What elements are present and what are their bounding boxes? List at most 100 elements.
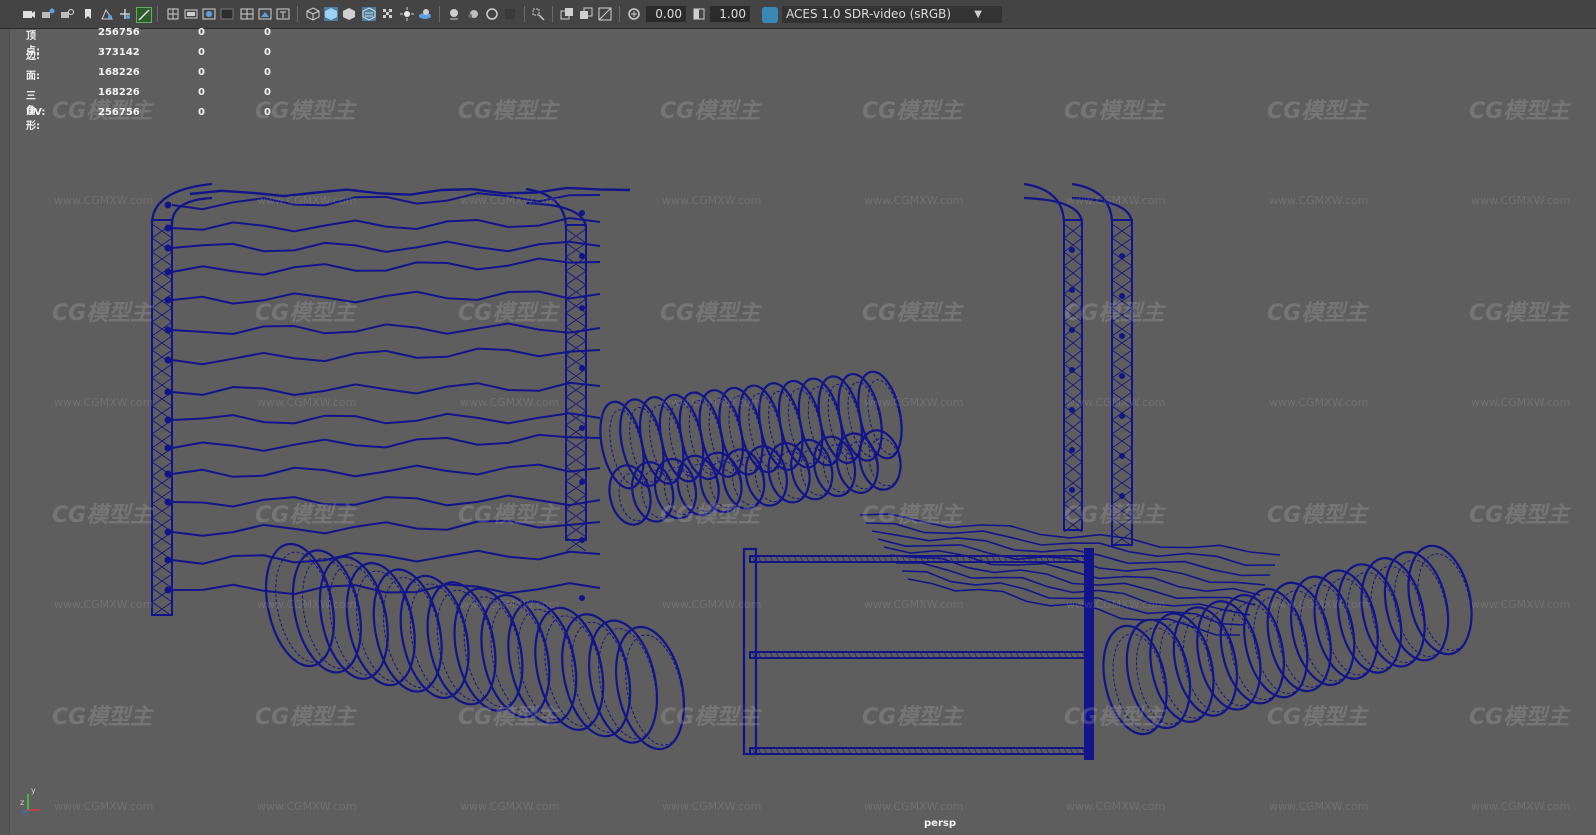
- coil-right-loop: [1360, 557, 1426, 668]
- wireframe-on-shaded-icon[interactable]: [342, 7, 356, 21]
- hud-value: 0: [198, 87, 205, 98]
- axis-y-label: y: [31, 786, 36, 795]
- scene-wireframe[interactable]: [0, 29, 1596, 835]
- hud-value: 0: [264, 27, 271, 38]
- hud-value: 168226: [98, 67, 140, 78]
- fence-post-middle-lattice: [565, 508, 587, 524]
- fence-post-left-arch: [150, 182, 213, 225]
- color-space-dropdown[interactable]: ACES 1.0 SDR-video (sRGB) ▼: [782, 6, 1002, 23]
- fence-post-right-a-lattice: [1063, 461, 1083, 477]
- coil-right-loop: [1149, 612, 1215, 723]
- wire-insulator: [1069, 367, 1075, 373]
- textured-icon[interactable]: [362, 7, 376, 21]
- coil-right-loop: [1266, 581, 1332, 693]
- fence-post-left-lattice: [151, 475, 173, 491]
- camera-attrs-icon[interactable]: [41, 7, 55, 21]
- safe-action-icon[interactable]: [258, 7, 272, 21]
- depth-of-field-icon[interactable]: [503, 7, 517, 21]
- image-plane-icon[interactable]: [100, 7, 114, 21]
- hud-value: 0: [264, 67, 271, 78]
- coil-right-loop: [1243, 587, 1309, 699]
- fence-post-right-b-lattice: [1111, 419, 1133, 435]
- wire-insulator: [579, 537, 585, 543]
- barbed-wire-strand: [171, 494, 601, 508]
- fence-post-right-b-lattice: [1111, 377, 1133, 393]
- motion-blur-icon[interactable]: [466, 7, 480, 21]
- exposure-field[interactable]: 0.00: [646, 6, 686, 22]
- smooth-shade-icon[interactable]: [324, 7, 338, 21]
- wire-insulator: [1119, 413, 1125, 419]
- film-gate-icon[interactable]: [184, 7, 198, 21]
- isolate-select-icon[interactable]: [531, 7, 545, 21]
- fence-post-right-a-arch: [1023, 182, 1084, 225]
- coil-right-loop: [1407, 544, 1473, 656]
- grid-toggle-icon[interactable]: [136, 7, 152, 23]
- safe-title-icon[interactable]: [276, 7, 290, 21]
- gamma-field[interactable]: 1.00: [710, 6, 750, 22]
- fence-post-left-lattice: [151, 279, 173, 295]
- fence-post-right-b-lattice: [1111, 279, 1133, 295]
- wire-insulator: [164, 470, 172, 478]
- fence-post-right-b-lattice: [1111, 391, 1133, 407]
- gate-bar-top: [749, 555, 1091, 563]
- image-plane-icon[interactable]: [118, 7, 132, 21]
- gate-mask-icon[interactable]: [220, 7, 234, 21]
- barbed-wire-strand: [171, 216, 601, 233]
- gamma-icon[interactable]: [692, 7, 706, 21]
- fence-post-right-b-lattice: [1111, 461, 1133, 477]
- coil-right-loop: [1313, 569, 1379, 680]
- wire-insulator: [1119, 373, 1125, 379]
- hud-value: 0: [264, 107, 271, 118]
- fence-post-middle-lattice: [565, 340, 587, 356]
- fence-post-right-a-lattice: [1063, 377, 1083, 393]
- toolbar-separator: [619, 6, 620, 22]
- wire-insulator: [1069, 447, 1075, 453]
- fence-post-right-b-lattice: [1111, 433, 1133, 449]
- ambient-occlusion-icon[interactable]: [447, 7, 461, 21]
- fence-post-right-a-lattice: [1063, 391, 1083, 407]
- anti-aliasing-icon[interactable]: [485, 7, 499, 21]
- persp-viewport[interactable]: [0, 29, 1596, 835]
- wire-insulator: [164, 296, 172, 304]
- hud-label: 面:: [26, 71, 40, 82]
- wire-insulator: [164, 528, 172, 536]
- hud-value: 0: [198, 27, 205, 38]
- bookmark-icon[interactable]: [81, 7, 95, 21]
- xray-icon[interactable]: [560, 7, 574, 21]
- wire-insulator: [164, 201, 172, 209]
- wire-insulator: [164, 356, 172, 364]
- color-space-label: ACES 1.0 SDR-video (sRGB): [786, 7, 952, 21]
- camera-name-label: persp: [924, 818, 956, 829]
- camera-attrs-icon[interactable]: [60, 7, 74, 21]
- fence-post-left-lattice: [151, 251, 173, 267]
- fence-post-left-lattice: [151, 363, 173, 379]
- fence-post-left-lattice: [151, 335, 173, 351]
- wire-insulator: [579, 305, 585, 311]
- wire-insulator: [164, 498, 172, 506]
- wireframe-icon[interactable]: [306, 7, 320, 21]
- color-management-icon[interactable]: [762, 7, 778, 23]
- hud-value: 168226: [98, 87, 140, 98]
- resolution-gate-icon[interactable]: [202, 7, 216, 21]
- fence-post-middle-lattice: [565, 326, 587, 342]
- wire-insulator: [164, 586, 172, 594]
- hud-value: 0: [198, 107, 205, 118]
- exposure-icon[interactable]: [627, 7, 641, 21]
- toolbar-separator: [524, 6, 525, 22]
- field-chart-icon[interactable]: [240, 7, 254, 21]
- camera-icon[interactable]: [22, 7, 36, 21]
- fence-post-right-b-lattice: [1111, 517, 1133, 533]
- backface-icon[interactable]: [598, 7, 612, 21]
- grid-icon[interactable]: [166, 7, 180, 21]
- shadows-icon[interactable]: [418, 7, 432, 21]
- checker-icon[interactable]: [381, 7, 395, 21]
- chevron-down-icon[interactable]: ▼: [974, 6, 982, 23]
- xray-joints-icon[interactable]: [579, 7, 593, 21]
- wire-insulator: [164, 326, 172, 334]
- gate-bar-bottom: [749, 747, 1091, 755]
- ground-wire-strand: [883, 546, 1261, 596]
- wire-insulator: [579, 365, 585, 371]
- wire-insulator: [1069, 247, 1075, 253]
- toolbar-separator: [439, 6, 440, 22]
- lights-icon[interactable]: [400, 7, 414, 21]
